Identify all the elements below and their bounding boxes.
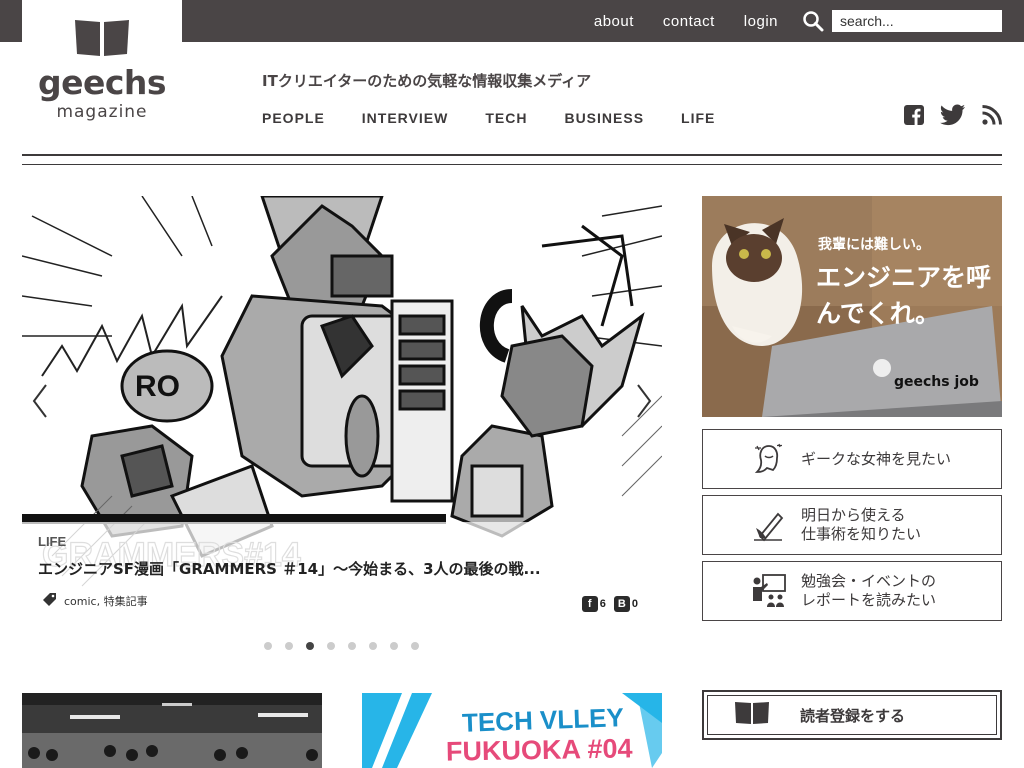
- site-tagline: ITクリエイターのための気軽な情報収集メディア: [262, 72, 592, 90]
- event-report-label: 勉強会・イベントの レポートを読みたい: [801, 572, 936, 610]
- rss-icon[interactable]: [982, 105, 1002, 129]
- svg-text:RO: RO: [135, 370, 180, 403]
- geek-goddess-label: ギークな女神を見たい: [801, 449, 952, 468]
- site-logo[interactable]: geechs magazine: [22, 0, 182, 138]
- slider-prev-button[interactable]: [26, 381, 56, 421]
- logo-book-icon: [73, 18, 131, 62]
- slider-next-button[interactable]: [628, 381, 658, 421]
- slide-tags-text[interactable]: comic, 特集記事: [64, 593, 148, 609]
- presentation-icon: [751, 573, 787, 609]
- logo-wordmark: geechs: [37, 63, 167, 102]
- subscribe-inner: 読者登録をする: [707, 695, 997, 735]
- subscribe-label: 読者登録をする: [800, 706, 906, 725]
- geechs-job-banner[interactable]: 我輩には難しい。 エンジニアを呼んでくれ。 geechs job: [702, 196, 1002, 417]
- facebook-count: 6: [599, 598, 606, 610]
- search-icon[interactable]: [802, 10, 824, 32]
- slider-dot[interactable]: [327, 642, 335, 650]
- geek-goddess-button[interactable]: ギークな女神を見たい: [702, 429, 1002, 489]
- event-report-line1: 勉強会・イベントの: [801, 572, 937, 590]
- category-business[interactable]: BUSINESS: [564, 110, 644, 126]
- ad-headline-large: エンジニアを呼んでくれ。: [816, 263, 992, 328]
- slider-dot[interactable]: [348, 642, 356, 650]
- header-divider: [22, 154, 1002, 156]
- slider-dot[interactable]: [411, 642, 419, 650]
- event-report-button[interactable]: 勉強会・イベントの レポートを読みたい: [702, 561, 1002, 621]
- tag-icon: [42, 592, 58, 609]
- hatena-count: 0: [631, 598, 638, 610]
- top-nav: about contact login: [594, 0, 1002, 42]
- pen-icon: [751, 507, 787, 543]
- slider-dot-active[interactable]: [306, 642, 314, 650]
- slider-dot[interactable]: [285, 642, 293, 650]
- ad-brand: geechs job: [894, 374, 979, 390]
- slide-caption[interactable]: LIFE エンジニアSF漫画「GRAMMERS ＃14」〜今始まる、3人の最後の…: [22, 522, 622, 616]
- category-interview[interactable]: INTERVIEW: [362, 110, 449, 126]
- logo-subtitle: magazine: [56, 102, 148, 122]
- category-life[interactable]: LIFE: [681, 110, 715, 126]
- book-icon: [734, 701, 770, 729]
- slider-dot[interactable]: [369, 642, 377, 650]
- login-link[interactable]: login: [744, 13, 778, 30]
- thumb-title-line2: FUKUOKA #04: [445, 733, 633, 767]
- event-photo: [22, 693, 322, 768]
- about-link[interactable]: about: [594, 13, 634, 30]
- ad-headline-small: 我輩には難しい。: [818, 237, 930, 253]
- article-thumbnail[interactable]: [22, 693, 322, 768]
- subscribe-button[interactable]: 読者登録をする: [702, 690, 1002, 740]
- featured-slider[interactable]: RO GRAMMERS#14 LIFE エンジニアSF漫画「GRAMMERS ＃…: [22, 196, 662, 622]
- share-counts: f 6 B 0: [581, 596, 646, 612]
- header-divider-thin: [22, 164, 1002, 165]
- work-tips-button[interactable]: 明日から使える 仕事術を知りたい: [702, 495, 1002, 555]
- work-tips-line1: 明日から使える: [801, 506, 906, 524]
- facebook-count-icon[interactable]: f: [581, 596, 598, 612]
- category-people[interactable]: PEOPLE: [262, 110, 325, 126]
- contact-link[interactable]: contact: [663, 13, 715, 30]
- slide-category-label[interactable]: LIFE: [38, 534, 66, 549]
- slide-title[interactable]: エンジニアSF漫画「GRAMMERS ＃14」〜今始まる、3人の最後の戦...: [38, 558, 541, 579]
- event-report-line2: レポートを読みたい: [801, 591, 937, 609]
- slide-tags: comic, 特集記事: [42, 592, 148, 609]
- facebook-icon[interactable]: [904, 105, 924, 129]
- hatena-bookmark-icon[interactable]: B: [613, 596, 630, 612]
- work-tips-label: 明日から使える 仕事術を知りたい: [801, 506, 921, 544]
- category-nav: PEOPLE INTERVIEW TECH BUSINESS LIFE: [262, 110, 752, 126]
- slider-dot[interactable]: [264, 642, 272, 650]
- social-links: [888, 104, 1002, 130]
- category-tech[interactable]: TECH: [485, 110, 527, 126]
- article-thumbnail[interactable]: TECH VLLEY FUKUOKA #04: [362, 693, 662, 768]
- twitter-icon[interactable]: [940, 104, 966, 130]
- work-tips-line2: 仕事術を知りたい: [801, 525, 922, 543]
- slider-pagination: [264, 642, 432, 650]
- search-input[interactable]: [832, 10, 1002, 32]
- slider-dot[interactable]: [390, 642, 398, 650]
- goddess-icon: [751, 441, 787, 477]
